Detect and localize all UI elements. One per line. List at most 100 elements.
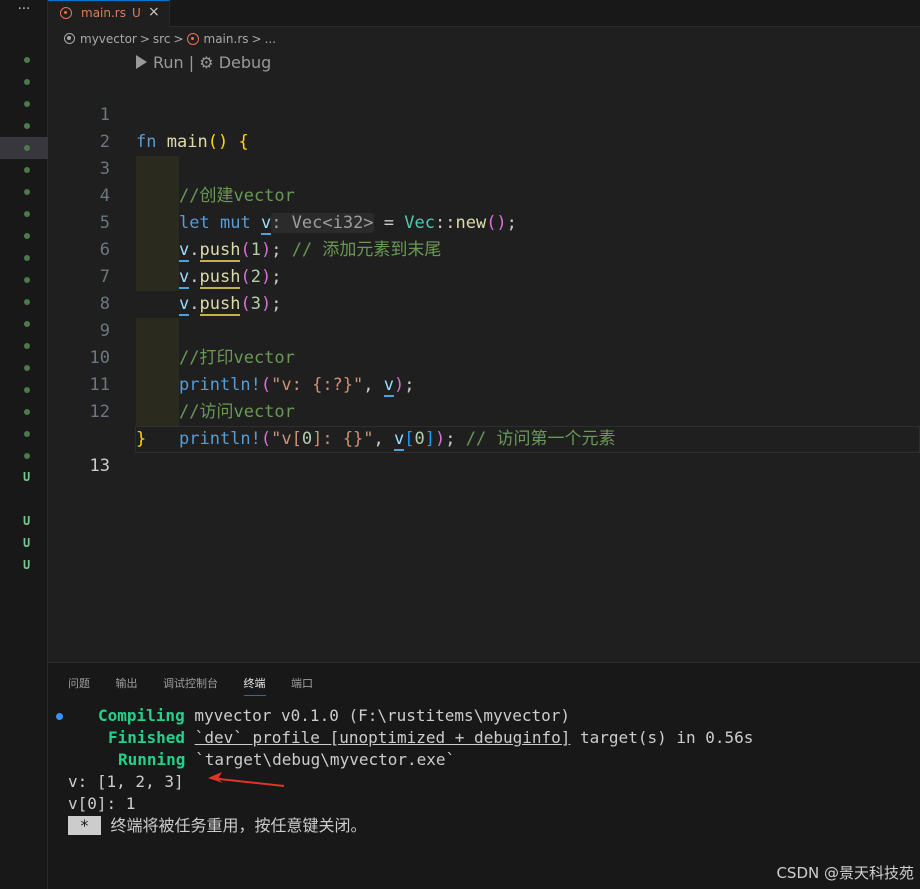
debug-gear-icon: ⚙ xyxy=(199,53,214,72)
explorer-file-row[interactable] xyxy=(0,115,48,137)
git-status-dot-icon xyxy=(24,211,30,217)
terminal-line: * 终端将被任务重用，按任意键关闭。 xyxy=(68,816,367,835)
explorer-file-row[interactable]: U xyxy=(0,555,48,577)
breadcrumb-separator: > xyxy=(139,31,150,46)
terminal[interactable]: Compiling myvector v0.1.0 (F:\rustitems\… xyxy=(56,705,754,837)
git-status-dot-icon xyxy=(24,123,30,129)
explorer-file-row[interactable] xyxy=(0,247,48,269)
terminal-line: Finished `dev` profile [unoptimized + de… xyxy=(108,728,754,747)
git-status-dot-icon xyxy=(24,233,30,239)
tab-terminal[interactable]: 终端 xyxy=(243,675,266,696)
annotation-arrow-icon xyxy=(208,772,285,787)
explorer-file-row[interactable]: U xyxy=(0,467,48,489)
git-status-dot-icon xyxy=(24,387,30,393)
line-number: 13 xyxy=(89,456,110,476)
explorer-file-row[interactable] xyxy=(0,357,48,379)
explorer-file-row[interactable]: U xyxy=(0,533,48,555)
bottom-panel: 问题 输出 调试控制台 终端 端口 Compiling myvector v0.… xyxy=(48,662,920,889)
explorer-file-row[interactable] xyxy=(0,445,48,467)
git-status-dot-icon xyxy=(24,101,30,107)
explorer-file-row[interactable] xyxy=(0,335,48,357)
breadcrumb-folder[interactable]: src xyxy=(153,32,171,46)
code-line: 8 //打印vector xyxy=(48,264,920,368)
code-line: 6 v.push(3); xyxy=(48,210,920,316)
explorer-file-row[interactable] xyxy=(0,93,48,115)
code-line-active: 13 xyxy=(48,399,920,476)
code-line: 7 xyxy=(48,237,920,287)
tab-output[interactable]: 输出 xyxy=(116,675,138,695)
git-status-dot-icon xyxy=(24,277,30,283)
explorer-file-row[interactable] xyxy=(0,269,48,291)
git-status-dot-icon xyxy=(24,453,30,459)
program-output-line: v[0]: 1 xyxy=(68,794,136,813)
code-line: 2 //创建vector xyxy=(48,102,920,206)
explorer-file-row[interactable] xyxy=(0,489,48,511)
git-status-dot-icon xyxy=(24,255,30,261)
git-status-dot-icon xyxy=(24,431,30,437)
explorer-file-row[interactable] xyxy=(0,401,48,423)
breadcrumb-project[interactable]: myvector xyxy=(80,32,137,46)
project-icon xyxy=(64,33,75,44)
close-tab-icon[interactable]: × xyxy=(148,4,160,20)
rust-file-icon xyxy=(186,32,199,45)
tab-label: main.rs xyxy=(81,6,126,20)
code-line: 1 fn main() { xyxy=(48,75,920,152)
current-line-highlight xyxy=(135,426,920,453)
codelens-divider: | xyxy=(188,53,195,72)
git-status-dot-icon xyxy=(24,145,30,151)
run-codelens[interactable]: Run xyxy=(153,53,184,72)
explorer-file-row[interactable] xyxy=(0,291,48,313)
play-icon xyxy=(136,55,147,69)
explorer-file-row[interactable] xyxy=(0,49,48,71)
editor-tab-bar: main.rs U × xyxy=(48,0,920,27)
program-output-line: v: [1, 2, 3] xyxy=(68,772,184,791)
explorer-strip: ··· UUUU xyxy=(0,0,48,889)
tab-ports[interactable]: 端口 xyxy=(291,675,313,695)
explorer-file-row[interactable] xyxy=(0,71,48,93)
code-line: 9 println!("v: {:?}", v); xyxy=(48,291,920,397)
explorer-file-row[interactable]: U xyxy=(0,511,48,533)
debug-codelens[interactable]: Debug xyxy=(219,53,272,72)
breadcrumb-symbol[interactable]: ... xyxy=(265,32,276,46)
explorer-file-row[interactable] xyxy=(0,423,48,445)
untracked-status-badge: U xyxy=(23,470,31,484)
git-status-dot-icon xyxy=(24,409,30,415)
explorer-file-row[interactable] xyxy=(0,181,48,203)
more-actions-icon[interactable]: ··· xyxy=(0,2,48,17)
git-status-dot-icon xyxy=(24,167,30,173)
code-line: 12 } xyxy=(48,372,920,449)
breadcrumb-separator: > xyxy=(251,31,262,46)
untracked-status-badge: U xyxy=(23,514,31,528)
terminal-line: Running `target\debug\myvector.exe` xyxy=(118,750,456,769)
code-line: 5 v.push(2); xyxy=(48,183,920,289)
git-status-dot-icon xyxy=(24,299,30,305)
command-decoration-icon[interactable] xyxy=(56,713,63,720)
code-line: 10 //访问vector xyxy=(48,318,920,422)
untracked-status-badge: U xyxy=(23,558,31,572)
tab-debug-console[interactable]: 调试控制台 xyxy=(163,675,218,695)
git-status-dot-icon xyxy=(24,79,30,85)
breadcrumb: myvector > src > main.rs >... xyxy=(64,31,276,49)
explorer-file-row[interactable] xyxy=(0,137,48,159)
git-status-dot-icon xyxy=(24,321,30,327)
terminal-line: Compiling myvector v0.1.0 (F:\rustitems\… xyxy=(98,706,571,725)
explorer-file-row[interactable] xyxy=(0,379,48,401)
git-status-dot-icon xyxy=(24,189,30,195)
git-status-dot-icon xyxy=(24,365,30,371)
explorer-file-row[interactable] xyxy=(0,203,48,225)
rust-file-icon xyxy=(60,7,72,19)
codelens: Run | ⚙ Debug xyxy=(136,53,271,72)
panel-tabs: 问题 输出 调试控制台 终端 端口 xyxy=(68,675,335,696)
code-line: 4 v.push(1); // 添加元素到末尾 xyxy=(48,156,920,262)
explorer-file-row[interactable] xyxy=(0,313,48,335)
code-editor[interactable]: 1 fn main() { 2 //创建vector 3 let mut v: … xyxy=(48,75,920,655)
tab-main-rs[interactable]: main.rs U × xyxy=(48,0,170,27)
git-status-dot-icon xyxy=(24,57,30,63)
tab-problems[interactable]: 问题 xyxy=(68,675,90,695)
watermark: CSDN @景天科技苑 xyxy=(776,864,914,882)
task-reuse-marker: * xyxy=(68,816,101,835)
breadcrumb-file[interactable]: main.rs xyxy=(204,32,249,46)
explorer-file-row[interactable] xyxy=(0,159,48,181)
explorer-file-row[interactable] xyxy=(0,225,48,247)
code-line: 11 println!("v[0]: {}", v[0]); // 访问第一个元… xyxy=(48,345,920,451)
